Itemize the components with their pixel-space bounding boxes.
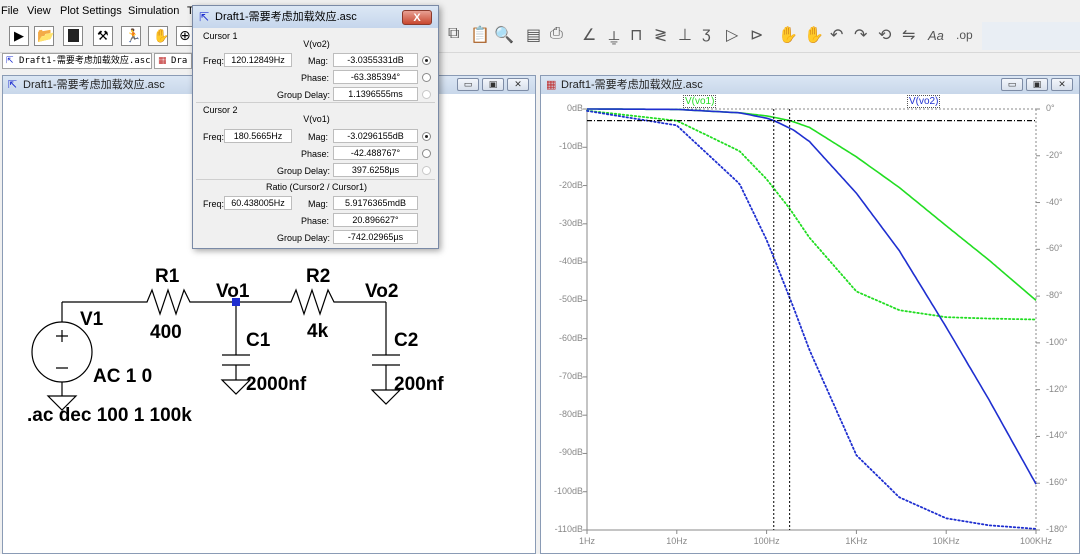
cursor1-freq[interactable]: 120.12849Hz <box>224 53 292 67</box>
ratio-phase: 20.896627° <box>333 213 418 227</box>
ratio-header: Ratio (Cursor2 / Cursor1) <box>265 182 368 192</box>
y-tick-label: -20dB <box>558 179 583 190</box>
y-tick-label: -50dB <box>558 294 583 305</box>
cursor2-mag-label: Mag: <box>308 132 329 142</box>
trace-label-vo2[interactable]: V(vo2) <box>907 95 941 108</box>
cursor2-phase-label: Phase: <box>301 149 330 159</box>
cursor2-mag-radio[interactable] <box>422 132 431 141</box>
cursor1-phase[interactable]: -63.385394° <box>333 70 418 84</box>
divider <box>196 179 435 180</box>
ratio-mag-label: Mag: <box>308 199 329 209</box>
y-tick-label: -100dB <box>553 485 583 496</box>
x-tick-label: 100Hz <box>753 536 780 546</box>
x-tick-label: 10KHz <box>932 536 960 546</box>
cursor2-gd-radio[interactable] <box>422 166 431 175</box>
y-tick-label: -40dB <box>558 256 583 267</box>
y-tick-label: -10dB <box>558 141 583 152</box>
y2-tick-label: -40° <box>1046 196 1063 207</box>
y-tick-label: -30dB <box>558 217 583 228</box>
y2-tick-label: -120° <box>1046 383 1068 394</box>
cursor2-gd-label: Group Delay: <box>277 166 331 176</box>
x-tick-label: 100KHz <box>1019 536 1053 546</box>
y-tick-label: 0dB <box>566 103 583 113</box>
cursor-dialog-title: Draft1-需要考虑加载效应.asc <box>215 11 357 23</box>
y2-tick-label: -20° <box>1046 149 1063 160</box>
cursor2-phase-radio[interactable] <box>422 149 431 158</box>
y-tick-label: -60dB <box>558 332 583 343</box>
cursor1-gd-radio[interactable] <box>422 90 431 99</box>
y2-tick-label: -160° <box>1046 477 1068 488</box>
y-tick-label: -90dB <box>558 447 583 458</box>
y2-tick-label: -100° <box>1046 336 1068 347</box>
cursor1-gd-label: Group Delay: <box>277 90 331 100</box>
divider <box>196 102 435 103</box>
x-tick-label: 1Hz <box>578 536 595 546</box>
cursor1-freq-label: Freq: <box>203 56 225 66</box>
y-tick-label: -70dB <box>558 370 583 381</box>
cursor1-mag-radio[interactable] <box>422 56 431 65</box>
x-tick-label: 1KHz <box>845 536 868 546</box>
ratio-mag: 5.9176365mdB <box>333 196 418 210</box>
y2-tick-label: -140° <box>1046 430 1068 441</box>
y2-tick-label: -180° <box>1046 524 1068 534</box>
cursor2-phase[interactable]: -42.488767° <box>333 146 418 160</box>
cursor1-gd[interactable]: 1.1396555ms <box>333 87 418 101</box>
ratio-freq: 60.438005Hz <box>224 196 292 210</box>
ratio-gd: -742.02965µs <box>333 230 418 244</box>
cursor-dialog: ⇱ Draft1-需要考虑加载效应.asc X Cursor 1 V(vo2) … <box>192 5 439 249</box>
cursor2-mag[interactable]: -3.0296155dB <box>333 129 418 143</box>
cursor-icon: ⇱ <box>199 10 210 24</box>
cursor1-phase-label: Phase: <box>301 73 330 83</box>
close-button[interactable]: X <box>402 10 432 25</box>
cursor-dialog-titlebar[interactable]: ⇱ Draft1-需要考虑加载效应.asc X <box>193 6 438 28</box>
plot-area <box>587 109 1036 530</box>
cursor2-freq-label: Freq: <box>203 132 225 142</box>
ratio-gd-label: Group Delay: <box>277 233 331 243</box>
cursor1-mag[interactable]: -3.0355331dB <box>333 53 418 67</box>
trace-label-vo2-text: V(vo2) <box>909 96 939 107</box>
trace-label-vo1-text: V(vo1) <box>685 96 715 107</box>
ratio-phase-label: Phase: <box>301 216 330 226</box>
y-tick-label: -110dB <box>554 524 583 534</box>
y2-tick-label: 0° <box>1046 103 1055 113</box>
ratio-freq-label: Freq: <box>203 199 225 209</box>
cursor2-gd[interactable]: 397.6258µs <box>333 163 418 177</box>
y2-tick-label: -60° <box>1046 243 1063 254</box>
bode-plot[interactable] <box>0 0 1080 554</box>
close-icon: X <box>413 12 421 24</box>
cursor1-mag-label: Mag: <box>308 56 329 66</box>
cursor1-trace: V(vo2) <box>303 39 330 49</box>
cursor2-trace: V(vo1) <box>303 114 330 124</box>
trace-label-vo1[interactable]: V(vo1) <box>683 95 717 108</box>
cursor2-freq[interactable]: 180.5665Hz <box>224 129 292 143</box>
y2-tick-label: -80° <box>1046 290 1063 301</box>
cursor1-phase-radio[interactable] <box>422 73 431 82</box>
x-tick-label: 10Hz <box>666 536 688 546</box>
y-tick-label: -80dB <box>558 409 583 420</box>
